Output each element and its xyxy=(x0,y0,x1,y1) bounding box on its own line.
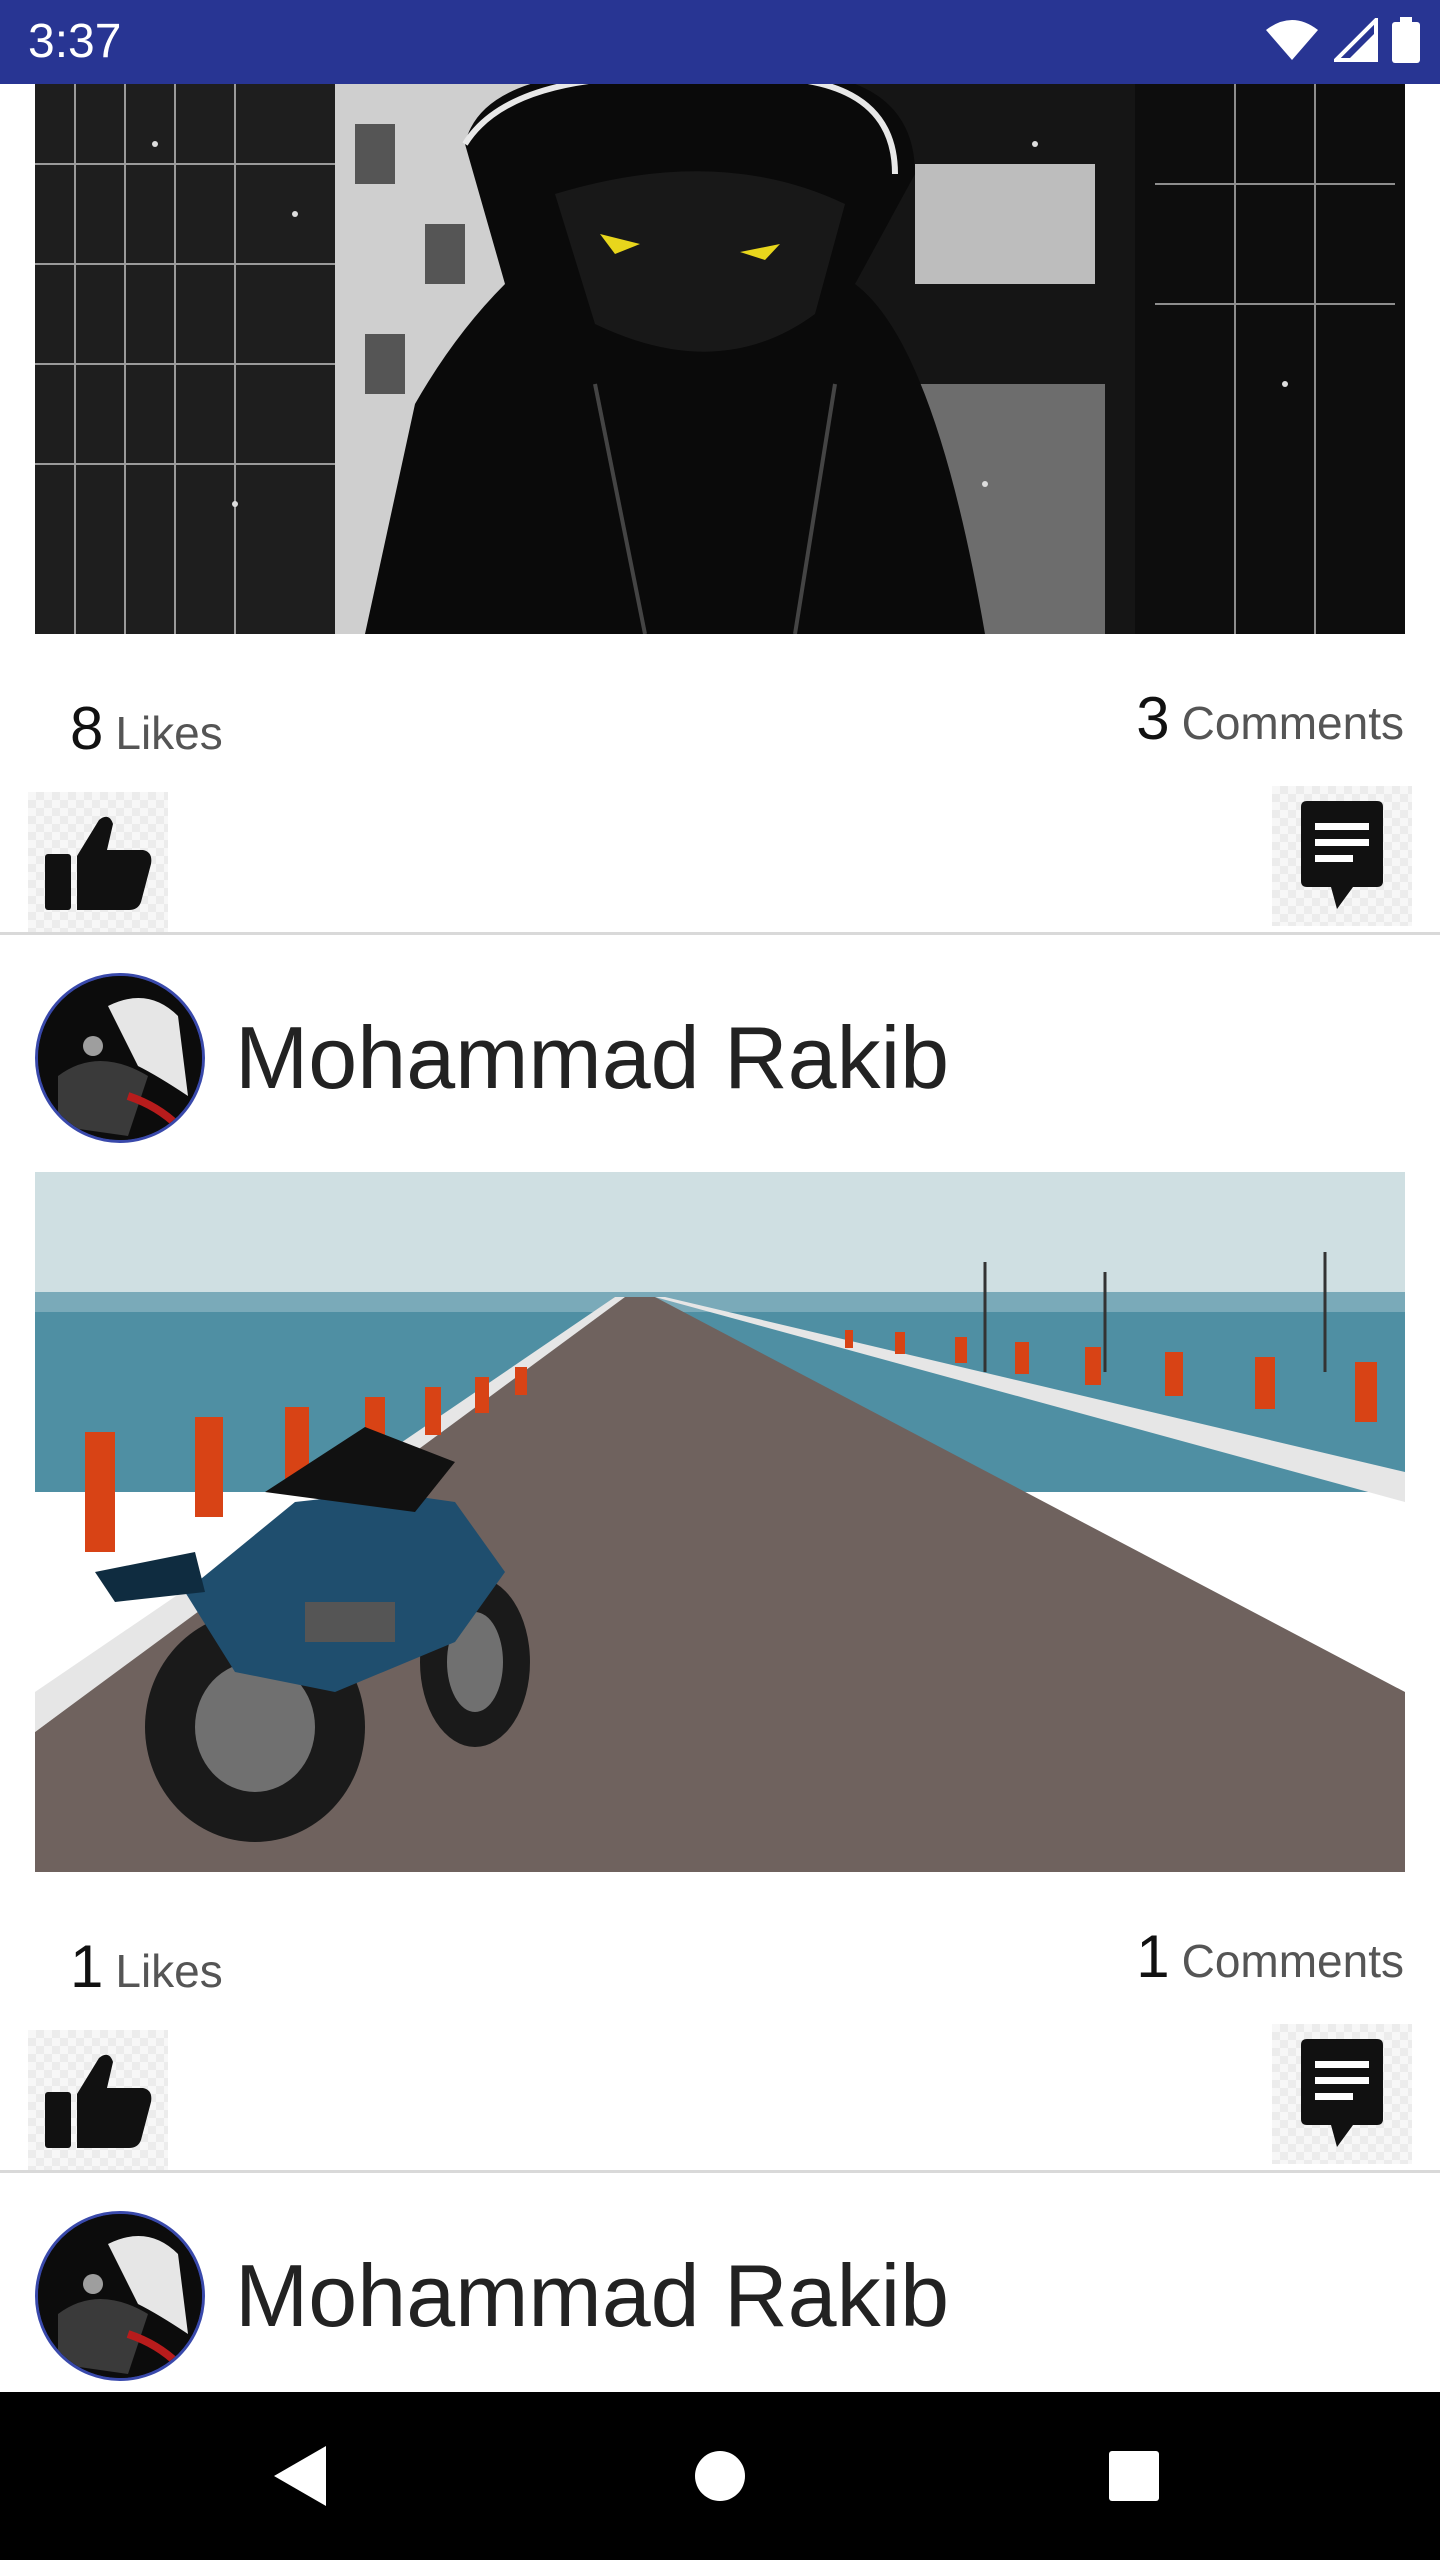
post-divider xyxy=(0,2170,1440,2173)
status-icons xyxy=(1264,14,1420,70)
battery-icon xyxy=(1392,16,1420,68)
wifi-icon xyxy=(1264,18,1320,67)
comment-button[interactable] xyxy=(1272,2024,1412,2164)
post-header: Mohammad Rakib xyxy=(35,968,949,1148)
comment-icon xyxy=(1301,2039,1383,2147)
like-button[interactable] xyxy=(28,792,168,932)
likes-label: Likes xyxy=(115,707,223,759)
comments-count: 1 xyxy=(1136,1923,1170,1990)
likes-count-text: 8 Likes xyxy=(70,694,223,763)
author-name[interactable]: Mohammad Rakib xyxy=(235,1007,949,1109)
post-feed[interactable]: 8 Likes 3 Comments Mohammad Rakib 1 Like… xyxy=(0,84,1440,2392)
comments-count-text: 1 Comments xyxy=(1136,1922,1404,1991)
comment-button[interactable] xyxy=(1272,786,1412,926)
status-bar: 3:37 xyxy=(0,0,1440,84)
likes-count: 8 xyxy=(70,695,104,762)
thumbs-up-icon xyxy=(45,816,152,910)
status-time: 3:37 xyxy=(28,15,122,68)
likes-label: Likes xyxy=(115,1945,223,1997)
comments-label: Comments xyxy=(1181,1935,1404,1987)
recents-button[interactable] xyxy=(1094,2436,1174,2516)
back-icon xyxy=(274,2446,326,2506)
post-divider xyxy=(0,932,1440,935)
recents-icon xyxy=(1109,2451,1159,2501)
author-name[interactable]: Mohammad Rakib xyxy=(235,2245,949,2347)
back-button[interactable] xyxy=(260,2436,340,2516)
comments-label: Comments xyxy=(1181,697,1404,749)
like-button[interactable] xyxy=(28,2030,168,2170)
post-header: Mohammad Rakib xyxy=(35,2206,949,2386)
home-icon xyxy=(695,2451,745,2501)
thumbs-up-icon xyxy=(45,2054,152,2148)
likes-count-text: 1 Likes xyxy=(70,1932,223,2001)
post-image[interactable] xyxy=(35,84,1405,634)
avatar[interactable] xyxy=(35,2211,205,2381)
comments-count: 3 xyxy=(1136,685,1170,752)
home-button[interactable] xyxy=(680,2436,760,2516)
avatar[interactable] xyxy=(35,973,205,1143)
navigation-bar xyxy=(0,2392,1440,2560)
likes-count: 1 xyxy=(70,1933,104,2000)
signal-icon xyxy=(1331,14,1378,67)
comment-icon xyxy=(1301,801,1383,909)
comments-count-text: 3 Comments xyxy=(1136,684,1404,753)
post-image[interactable] xyxy=(35,1172,1405,1872)
